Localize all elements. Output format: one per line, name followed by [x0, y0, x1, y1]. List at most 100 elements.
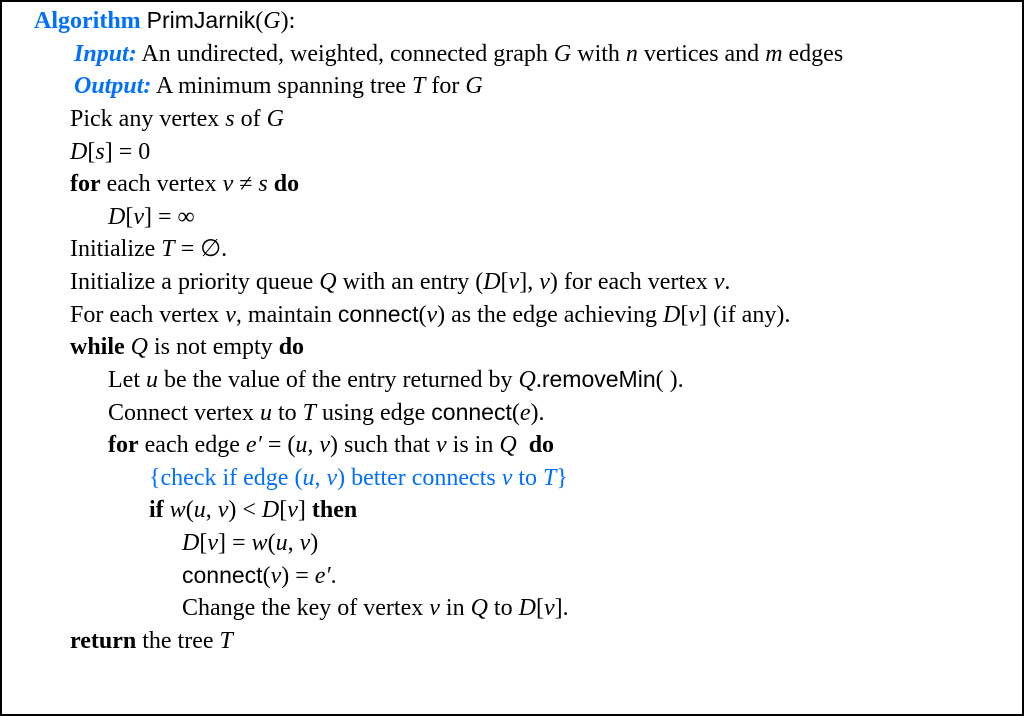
var-D: D	[519, 595, 536, 621]
bracket: ]	[519, 269, 527, 295]
var-u: u	[146, 367, 158, 393]
bracket: ]	[218, 530, 226, 556]
keyword-then: then	[306, 497, 357, 523]
comment-line: {check if edge (u, v) better connects v …	[34, 462, 1022, 495]
text: For each vertex	[70, 302, 225, 328]
var-eprime: e′	[315, 563, 331, 589]
bracket: [	[501, 269, 509, 295]
var-D: D	[108, 204, 125, 230]
input-line: Input: An undirected, weighted, connecte…	[34, 38, 1022, 71]
text: in	[440, 595, 471, 621]
var-Q: Q	[519, 367, 536, 393]
var-v: v	[502, 465, 513, 491]
output-keyword: Output:	[74, 73, 151, 99]
var-T: T	[303, 400, 316, 426]
var-v: v	[509, 269, 520, 295]
text: of	[235, 106, 267, 132]
var-u: u	[276, 530, 288, 556]
text: vertices and	[638, 41, 765, 67]
func-connect: connect	[338, 301, 419, 327]
var-w: w	[164, 497, 186, 523]
text: the tree	[136, 628, 219, 654]
var-s: s	[258, 171, 267, 197]
var-D: D	[182, 530, 199, 556]
bracket: ]	[105, 139, 113, 165]
text: ) =	[281, 563, 315, 589]
bracket: [	[536, 595, 544, 621]
keyword-if: if	[149, 497, 164, 523]
text: ) <	[228, 497, 262, 523]
code-line: Connect vertex u to T using edge connect…	[34, 397, 1022, 430]
text: ) better connects	[337, 465, 502, 491]
text: is not empty	[148, 334, 279, 360]
var-Q: Q	[499, 432, 516, 458]
var-T: T	[543, 465, 556, 491]
var-v: v	[225, 302, 236, 328]
var-v: v	[688, 302, 699, 328]
var-T: T	[220, 628, 233, 654]
keyword-return: return	[70, 628, 136, 654]
text: (	[263, 563, 271, 589]
text: =	[226, 530, 252, 556]
text: }	[556, 465, 568, 491]
text: ).	[531, 400, 545, 426]
text: )	[310, 530, 318, 556]
var-v: v	[218, 497, 229, 523]
func-connect: connect	[431, 399, 512, 425]
bracket: ]	[699, 302, 707, 328]
var-v: v	[207, 530, 218, 556]
var-s: s	[225, 106, 234, 132]
text: ,	[206, 497, 218, 523]
var-G: G	[554, 41, 571, 67]
var-T: T	[161, 236, 174, 262]
var-v: v	[223, 171, 234, 197]
algorithm-keyword: Algorithm	[34, 8, 141, 34]
func-connect: connect	[182, 562, 263, 588]
output-line: Output: A minimum spanning tree T for G	[34, 70, 1022, 103]
keyword-do: do	[268, 171, 299, 197]
text: Connect vertex	[108, 400, 260, 426]
text: (	[512, 400, 520, 426]
var-v: v	[319, 432, 330, 458]
var-Q: Q	[319, 269, 336, 295]
code-line: for each edge e′ = (u, v) such that v is…	[34, 429, 1022, 462]
var-u: u	[194, 497, 206, 523]
bracket: ]	[144, 204, 152, 230]
var-v: v	[714, 269, 725, 295]
var-v: v	[287, 497, 298, 523]
text: ,	[307, 432, 319, 458]
text: Initialize a priority queue	[70, 269, 319, 295]
text: A minimum spanning tree	[151, 73, 412, 99]
var-v: v	[326, 465, 337, 491]
text: (	[186, 497, 194, 523]
keyword-for: for	[70, 171, 101, 197]
text: edges	[783, 41, 844, 67]
text: ,	[527, 269, 539, 295]
var-e: e	[520, 400, 531, 426]
keyword-do: do	[517, 432, 554, 458]
text: .	[563, 595, 569, 621]
keyword-do: do	[279, 334, 304, 360]
code-line: D[v] = ∞	[34, 201, 1022, 234]
var-n: n	[626, 41, 638, 67]
text: Pick any vertex	[70, 106, 225, 132]
var-v: v	[426, 302, 437, 328]
text: each vertex	[101, 171, 223, 197]
var-m: m	[765, 41, 782, 67]
input-keyword: Input:	[74, 41, 137, 67]
var-eprime: e′	[246, 432, 262, 458]
bracket: ]	[555, 595, 563, 621]
algorithm-title: Algorithm PrimJarnik(G):	[34, 5, 1022, 38]
code-line: Let u be the value of the entry returned…	[34, 364, 1022, 397]
code-line: if w(u, v) < D[v] then	[34, 494, 1022, 527]
text: Let	[108, 367, 146, 393]
text: An undirected, weighted, connected graph	[137, 41, 554, 67]
var-s: s	[95, 139, 104, 165]
text: (if any).	[707, 302, 790, 328]
text: ( ).	[656, 367, 684, 393]
text: ≠	[233, 171, 258, 197]
code-line: while Q is not empty do	[34, 331, 1022, 364]
var-v: v	[539, 269, 550, 295]
text: ) as the edge achieving	[437, 302, 663, 328]
code-line: for each vertex v ≠ s do	[34, 168, 1022, 201]
